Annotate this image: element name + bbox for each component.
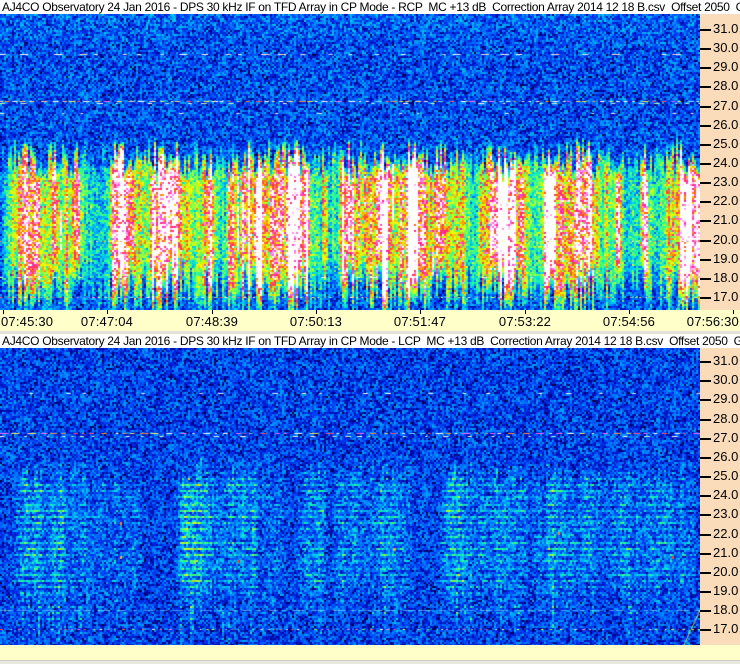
freq-tick-label: 27.0 [713, 98, 739, 113]
freq-tick [700, 438, 711, 440]
freq-tick-label: 23.0 [713, 506, 739, 521]
spectrogram-lcp[interactable] [0, 348, 700, 645]
freq-tick [700, 629, 711, 631]
time-tick-label: 07:56:30 [686, 314, 739, 329]
freq-tick-label: 26.0 [713, 117, 739, 132]
freq-tick [700, 29, 711, 31]
freq-tick-label: 24.0 [713, 487, 739, 502]
freq-tick-label: 31.0 [713, 21, 739, 36]
time-axis-lcp [0, 645, 740, 664]
freq-tick-label: 23.0 [713, 174, 739, 189]
freq-tick-label: 25.0 [713, 136, 739, 151]
freq-tick-label: 30.0 [713, 40, 739, 55]
freq-tick [700, 201, 711, 203]
freq-tick [700, 86, 711, 88]
freq-tick [700, 125, 711, 127]
freq-tick-label: 20.0 [713, 232, 739, 247]
spectrogram-panel-lcp: 31.0 30.0 29.0 28.0 27.0 26.0 25.0 24.0 23.0 22.0… [0, 348, 740, 645]
freq-tick [700, 380, 711, 382]
freq-tick-label: 22.0 [713, 526, 739, 541]
spectrogram-title-lcp: AJ4CO Observatory 24 Jan 2016 - DPS 30 k… [2, 334, 740, 348]
window-bottom-edge [0, 660, 740, 664]
frequency-axis-rcp: 31.0 30.0 29.0 28.0 27.0 26.0 25.0 24.0 23.0 22.0… [700, 14, 740, 310]
freq-tick [700, 106, 711, 108]
time-tick-label: 07:45:30 [1, 314, 54, 329]
time-tick-label: 07:48:39 [185, 314, 239, 329]
freq-tick [700, 457, 711, 459]
freq-tick [700, 182, 711, 184]
time-tick-label: 07:53:22 [498, 314, 552, 329]
freq-tick-label: 20.0 [713, 564, 739, 579]
freq-tick-label: 29.0 [713, 391, 739, 406]
freq-tick [700, 259, 711, 261]
freq-tick [700, 610, 711, 612]
time-tick-label: 07:51:47 [393, 314, 447, 329]
freq-tick-label: 21.0 [713, 545, 739, 560]
freq-tick-label: 22.0 [713, 193, 739, 208]
freq-tick [700, 514, 711, 516]
freq-tick-label: 24.0 [713, 155, 739, 170]
time-axis-rcp: 07:45:30 07:47:04 07:48:39 07:50:13 07:51:47… [0, 310, 740, 331]
freq-tick-label: 29.0 [713, 59, 739, 74]
freq-tick [700, 67, 711, 69]
spectrogram-panel-rcp: 31.0 30.0 29.0 28.0 27.0 26.0 25.0 24.0 23.0 22.0… [0, 14, 740, 310]
freq-tick-label: 18.0 [713, 602, 739, 617]
freq-tick-label: 27.0 [713, 430, 739, 445]
spectrogram-rcp[interactable] [0, 14, 700, 310]
freq-tick [700, 572, 711, 574]
freq-tick-label: 17.0 [713, 621, 739, 636]
freq-tick [700, 297, 711, 299]
freq-tick-label: 31.0 [713, 353, 739, 368]
frequency-axis-lcp: 31.0 30.0 29.0 28.0 27.0 26.0 25.0 24.0 23.0 22.0… [700, 348, 740, 645]
spectrogram-title-rcp: AJ4CO Observatory 24 Jan 2016 - DPS 30 k… [2, 0, 740, 14]
freq-tick-label: 26.0 [713, 449, 739, 464]
time-tick-label: 07:54:56 [602, 314, 656, 329]
freq-tick [700, 553, 711, 555]
freq-tick-label: 19.0 [713, 583, 739, 598]
freq-tick [700, 476, 711, 478]
freq-tick-label: 25.0 [713, 468, 739, 483]
freq-tick [700, 163, 711, 165]
freq-tick-label: 18.0 [713, 270, 739, 285]
freq-tick-label: 28.0 [713, 78, 739, 93]
freq-tick [700, 278, 711, 280]
freq-tick [700, 419, 711, 421]
freq-tick [700, 48, 711, 50]
freq-tick [700, 495, 711, 497]
time-tick-label: 07:50:13 [289, 314, 343, 329]
freq-tick [700, 591, 711, 593]
freq-tick-label: 30.0 [713, 372, 739, 387]
freq-tick [700, 361, 711, 363]
freq-tick-label: 19.0 [713, 251, 739, 266]
time-tick-label: 07:47:04 [80, 314, 134, 329]
radio-spectrograph-screen: AJ4CO Observatory 24 Jan 2016 - DPS 30 k… [0, 0, 740, 664]
freq-tick [700, 240, 711, 242]
freq-tick-label: 17.0 [713, 289, 739, 304]
freq-tick [700, 220, 711, 222]
freq-tick-label: 28.0 [713, 411, 739, 426]
freq-tick [700, 399, 711, 401]
freq-tick-label: 21.0 [713, 212, 739, 227]
freq-tick [700, 144, 711, 146]
freq-tick [700, 534, 711, 536]
